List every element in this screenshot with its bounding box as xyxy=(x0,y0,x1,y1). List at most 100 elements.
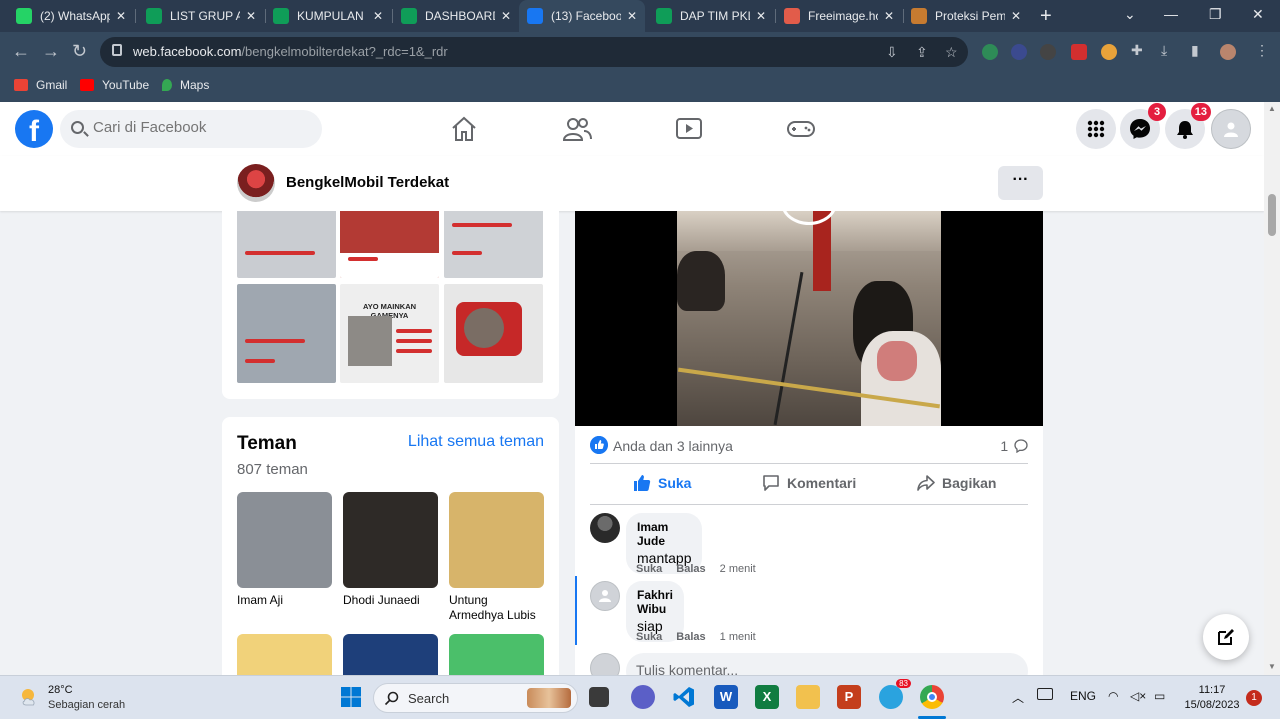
page-avatar[interactable] xyxy=(237,164,275,202)
back-icon[interactable]: ← xyxy=(12,42,30,60)
post-video[interactable] xyxy=(575,211,1043,426)
menu-kebab-icon[interactable]: ⋮ xyxy=(1255,42,1269,59)
friend-photo[interactable] xyxy=(343,492,438,588)
volume-muted-icon[interactable]: ◁× xyxy=(1130,689,1146,703)
comment-time[interactable]: 1 menit xyxy=(720,631,756,643)
scroll-up-icon[interactable]: ▲ xyxy=(1268,104,1276,113)
friend-photo[interactable] xyxy=(449,492,544,588)
browser-tab[interactable]: DAP TIM PKL ✕ xyxy=(648,0,774,32)
telegram-icon[interactable]: 83 xyxy=(879,679,911,709)
page-title[interactable]: BengkelMobil Terdekat xyxy=(286,174,449,191)
teams-chat-icon[interactable] xyxy=(631,685,655,709)
profile-avatar[interactable] xyxy=(1220,44,1236,60)
friend-photo[interactable] xyxy=(237,492,332,588)
windows-start-icon[interactable] xyxy=(339,685,363,709)
friends-icon[interactable] xyxy=(562,114,592,144)
browser-tab[interactable]: (13) Faceboo ✕ xyxy=(519,0,645,32)
extension-icon[interactable] xyxy=(1040,44,1056,60)
downloads-icon[interactable]: ⤓ xyxy=(1161,42,1167,59)
scroll-down-icon[interactable]: ▼ xyxy=(1268,662,1276,671)
bookmark-maps[interactable]: Maps xyxy=(162,78,209,92)
scrollbar-thumb[interactable] xyxy=(1268,194,1276,236)
extension-icon[interactable] xyxy=(1011,44,1027,60)
new-message-button[interactable] xyxy=(1203,614,1249,660)
minimize-icon[interactable]: — xyxy=(1164,6,1178,22)
extensions-puzzle-icon[interactable]: ✚ xyxy=(1131,42,1143,59)
comment-like-link[interactable]: Suka xyxy=(636,563,662,575)
friend-photo[interactable] xyxy=(343,634,438,675)
reactions-text[interactable]: Anda dan 3 lainnya xyxy=(613,438,733,454)
see-all-friends-link[interactable]: Lihat semua teman xyxy=(408,433,544,451)
new-tab-button[interactable]: + xyxy=(1040,6,1052,26)
extension-icon[interactable] xyxy=(1101,44,1117,60)
extension-icon[interactable] xyxy=(982,44,998,60)
comment-author[interactable]: Imam Jude xyxy=(637,520,691,548)
share-button[interactable]: Bagikan xyxy=(917,474,996,492)
file-explorer-icon[interactable] xyxy=(796,685,820,709)
friend-name[interactable]: Dhodi Junaedi xyxy=(343,593,438,608)
commenter-avatar[interactable] xyxy=(590,581,620,611)
browser-tab[interactable]: Freeimage.ho ✕ xyxy=(776,0,902,32)
browser-tab[interactable]: Proteksi Pem ✕ xyxy=(903,0,1029,32)
bookmark-youtube[interactable]: YouTube xyxy=(80,78,149,92)
close-tab-icon[interactable]: ✕ xyxy=(501,9,511,23)
comment-time[interactable]: 2 menit xyxy=(720,563,756,575)
comment-reply-link[interactable]: Balas xyxy=(676,631,705,643)
close-tab-icon[interactable]: ✕ xyxy=(1011,9,1021,23)
battery-icon[interactable]: ▭ xyxy=(1154,689,1165,703)
home-icon[interactable] xyxy=(449,114,479,144)
forward-icon[interactable]: → xyxy=(42,42,60,60)
browser-tab[interactable]: KUMPULAN E ✕ xyxy=(265,0,391,32)
facebook-search[interactable] xyxy=(60,110,322,148)
reload-icon[interactable]: ↻ xyxy=(72,42,87,60)
show-hidden-icons[interactable]: ︿ xyxy=(1012,689,1024,706)
friend-card[interactable]: Imam Aji xyxy=(237,492,332,608)
friend-photo[interactable] xyxy=(449,634,544,675)
browser-tab[interactable]: (2) WhatsApp ✕ xyxy=(8,0,134,32)
friend-card[interactable] xyxy=(343,634,438,675)
friend-name[interactable]: Imam Aji xyxy=(237,593,332,608)
close-tab-icon[interactable]: ✕ xyxy=(627,9,637,23)
photo-thumb[interactable] xyxy=(444,211,543,278)
comment-like-link[interactable]: Suka xyxy=(636,631,662,643)
language-indicator[interactable]: ENG xyxy=(1070,689,1096,703)
comment-author[interactable]: Fakhri Wibu xyxy=(637,588,673,616)
close-tab-icon[interactable]: ✕ xyxy=(116,9,126,23)
video-frame[interactable] xyxy=(677,211,941,426)
close-tab-icon[interactable]: ✕ xyxy=(884,9,894,23)
friend-photo[interactable] xyxy=(237,634,332,675)
chrome-icon[interactable] xyxy=(920,685,944,709)
side-panel-icon[interactable]: ▮ xyxy=(1191,42,1199,59)
close-tab-icon[interactable]: ✕ xyxy=(373,9,383,23)
tab-search-icon[interactable]: ⌄ xyxy=(1124,6,1136,23)
browser-tab[interactable]: DASHBOARD ✕ xyxy=(393,0,519,32)
comment-count[interactable]: 1 xyxy=(1000,438,1028,454)
address-bar[interactable]: web.facebook.com/bengkelmobilterdekat?_r… xyxy=(100,37,968,67)
gaming-icon[interactable] xyxy=(786,114,816,144)
share-icon[interactable]: ⇪ xyxy=(916,44,928,61)
messenger-button[interactable]: 3 xyxy=(1120,103,1166,149)
friend-card[interactable] xyxy=(449,634,544,675)
watch-video-icon[interactable] xyxy=(674,114,704,144)
photo-thumb[interactable] xyxy=(444,284,543,383)
extension-icon[interactable] xyxy=(1071,44,1087,60)
keyboard-icon[interactable] xyxy=(1037,688,1053,700)
reactions-row[interactable]: Anda dan 3 lainnya 1 xyxy=(590,436,1028,456)
maximize-icon[interactable]: ❐ xyxy=(1209,6,1222,23)
menu-grid-icon[interactable] xyxy=(1076,109,1116,149)
account-avatar[interactable] xyxy=(1211,109,1251,149)
excel-icon[interactable]: X xyxy=(755,685,779,709)
bookmark-gmail[interactable]: Gmail xyxy=(14,78,67,92)
photo-thumb[interactable] xyxy=(237,284,336,383)
close-tab-icon[interactable]: ✕ xyxy=(756,9,766,23)
search-input[interactable] xyxy=(93,119,313,136)
taskbar-search[interactable]: Search xyxy=(373,683,578,713)
comment-button[interactable]: Komentari xyxy=(762,474,856,492)
page-scrollbar[interactable]: ▲ ▼ xyxy=(1264,102,1280,675)
vscode-icon[interactable] xyxy=(672,685,696,709)
photo-thumb[interactable]: AYO MAINKAN GAMENYA xyxy=(340,284,439,383)
task-view-icon[interactable] xyxy=(589,687,609,707)
photo-thumb[interactable] xyxy=(340,211,439,278)
powerpoint-icon[interactable]: P xyxy=(837,685,861,709)
close-tab-icon[interactable]: ✕ xyxy=(246,9,256,23)
